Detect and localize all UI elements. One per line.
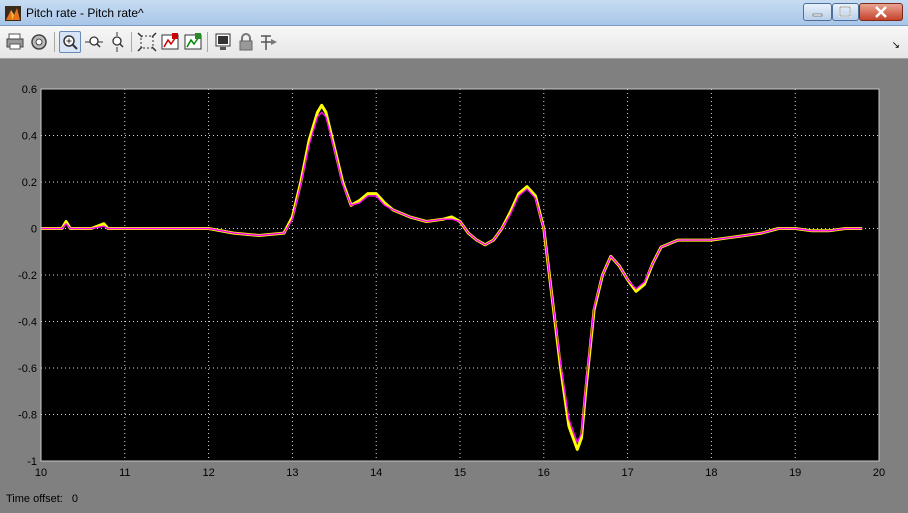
floating-scope-button[interactable] xyxy=(212,31,234,53)
save-axes-button[interactable] xyxy=(159,31,181,53)
y-tick-label: -0.2 xyxy=(18,270,37,282)
y-tick-label: 0.2 xyxy=(22,177,37,189)
parameters-button[interactable] xyxy=(28,31,50,53)
y-tick-label: 0.4 xyxy=(22,131,37,143)
x-tick-label: 10 xyxy=(35,467,47,479)
status-bar: Time offset: 0 xyxy=(6,493,84,505)
x-tick-label: 11 xyxy=(119,467,130,479)
time-offset-label: Time offset: xyxy=(6,493,63,505)
save-axes-icon xyxy=(161,33,179,50)
maximize-icon xyxy=(839,6,851,17)
close-button[interactable] xyxy=(859,3,903,21)
x-tick-label: 17 xyxy=(621,467,633,479)
close-icon xyxy=(875,6,887,18)
lock-icon xyxy=(239,33,253,51)
y-tick-label: 0.6 xyxy=(22,84,37,96)
y-tick-label: 0 xyxy=(31,224,37,236)
floating-scope-icon xyxy=(215,33,231,50)
x-tick-label: 16 xyxy=(538,467,550,479)
maximize-button[interactable] xyxy=(832,3,859,21)
x-tick-label: 14 xyxy=(370,467,382,479)
window-title: Pitch rate - Pitch rate^ xyxy=(26,6,144,20)
y-tick-label: -1 xyxy=(27,456,37,468)
zoom-button[interactable] xyxy=(59,31,81,53)
minimize-button[interactable] xyxy=(803,3,832,21)
y-tick-label: -0.4 xyxy=(18,317,37,329)
title-bar: Pitch rate - Pitch rate^ xyxy=(0,0,908,26)
x-tick-label: 13 xyxy=(286,467,298,479)
x-tick-label: 12 xyxy=(202,467,214,479)
y-tick-label: -0.8 xyxy=(18,410,37,422)
x-tick-label: 15 xyxy=(454,467,466,479)
zoom-x-button[interactable] xyxy=(83,31,105,53)
y-tick-label: -0.6 xyxy=(18,363,37,375)
zoom-x-icon xyxy=(85,36,103,48)
autoscale-icon xyxy=(137,32,157,52)
scope-plot: 10 11 12 13 14 15 16 17 18 19 20 0.6 0.4 0.2 0 -0.2 -0.4… xyxy=(18,84,885,479)
matlab-icon xyxy=(5,6,21,21)
minimize-icon xyxy=(812,13,823,17)
lock-button[interactable] xyxy=(235,31,257,53)
toolbar: ↘ xyxy=(0,26,908,59)
print-icon xyxy=(6,33,24,50)
zoom-icon xyxy=(63,35,78,50)
zoom-y-button[interactable] xyxy=(106,31,128,53)
autoscale-button[interactable] xyxy=(136,31,158,53)
dock-icon[interactable]: ↘ xyxy=(892,40,900,51)
x-tick-label: 19 xyxy=(789,467,801,479)
restore-axes-icon xyxy=(184,33,202,50)
x-tick-label: 18 xyxy=(705,467,717,479)
signal-selection-icon xyxy=(261,35,277,50)
time-offset-value: 0 xyxy=(71,493,79,505)
parameters-icon xyxy=(31,34,47,50)
signal-selection-button[interactable] xyxy=(258,31,280,53)
zoom-y-icon xyxy=(112,32,124,52)
print-button[interactable] xyxy=(4,31,26,53)
x-tick-label: 20 xyxy=(873,467,885,479)
restore-axes-button[interactable] xyxy=(182,31,204,53)
